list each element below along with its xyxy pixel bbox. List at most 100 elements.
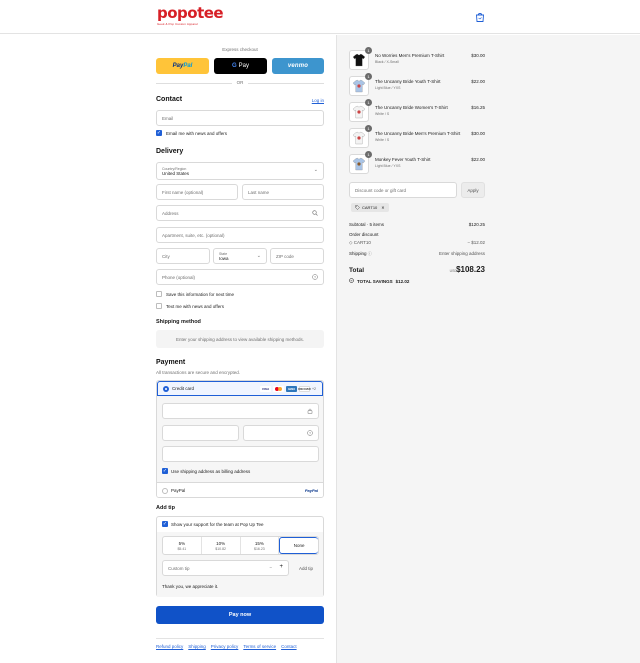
zip-placeholder: ZIP code — [276, 253, 294, 259]
discount-placeholder: Discount code or gift card — [355, 187, 407, 193]
tip-option-15[interactable]: 15% $16.23 — [241, 537, 280, 554]
savings-value: $12.02 — [395, 278, 410, 284]
expiration-date-field[interactable] — [162, 425, 239, 441]
card-number-field[interactable] — [162, 403, 319, 419]
venmo-button[interactable]: venmo — [272, 58, 324, 74]
shipping-method-message: Enter your shipping address to view avai… — [175, 336, 305, 342]
apartment-placeholder: Apartment, suite, etc. (optional) — [162, 232, 225, 238]
add-tip-button[interactable]: Add tip — [293, 560, 319, 576]
cart-item: 1 The Uncanny Bride Men's Premium T-Shir… — [349, 125, 485, 150]
shopping-bag-icon[interactable] — [474, 11, 486, 23]
increment-button[interactable]: + — [279, 564, 283, 570]
savings-label: TOTAL SAVINGS — [357, 278, 393, 284]
tip-option-10[interactable]: 10% $10.82 — [202, 537, 241, 554]
privacy-policy-link[interactable]: Privacy policy — [211, 644, 239, 649]
payment-options: Credit card VISA AMEX DISCOVER +2 ? ✓ Us… — [156, 380, 324, 498]
email-news-checkbox[interactable]: ✓ — [156, 130, 162, 136]
credit-card-label: Credit card — [172, 386, 195, 391]
decrement-button[interactable]: − — [269, 565, 272, 570]
store-logo[interactable]: popotee Geek & Pop Custom Apparel — [157, 4, 224, 27]
save-info-checkbox[interactable] — [156, 291, 162, 297]
divider-line — [248, 83, 324, 84]
paypal-label-pal: Pal — [183, 63, 193, 69]
billing-same-checkbox[interactable]: ✓ — [162, 468, 168, 474]
product-price: $22.00 — [471, 79, 485, 84]
product-variant: White / S — [375, 138, 390, 142]
custom-tip-placeholder: Custom tip — [168, 565, 190, 571]
paypal-express-button[interactable]: Pay Pal — [156, 58, 209, 74]
paypal-option[interactable]: PayPal PayPal — [157, 482, 323, 497]
paypal-radio[interactable] — [162, 488, 168, 494]
venmo-label: venmo — [287, 63, 309, 69]
contact-link[interactable]: Contact — [281, 644, 297, 649]
first-name-field[interactable]: First name (optional) — [156, 184, 238, 200]
discount-code: CART10 — [353, 240, 371, 245]
google-pay-label: Pay — [238, 63, 249, 69]
apartment-field[interactable]: Apartment, suite, etc. (optional) — [156, 227, 324, 243]
name-on-card-field[interactable] — [162, 446, 319, 462]
refund-policy-link[interactable]: Refund policy — [156, 644, 183, 649]
address-field[interactable]: Address — [156, 205, 324, 221]
express-checkout-title: Express checkout — [222, 47, 258, 52]
card-brands: VISA AMEX DISCOVER +2 — [260, 386, 316, 392]
tip-option-label: 10% — [216, 540, 226, 546]
zip-field[interactable]: ZIP code — [270, 248, 324, 264]
cart-item: 1 Monkey Fever Youth T-Shirt Light Blue … — [349, 151, 485, 176]
chevron-down-icon: ⌄ — [256, 253, 261, 259]
state-value: Iowa — [219, 255, 229, 261]
tip-option-5[interactable]: 5% $5.41 — [163, 537, 202, 554]
more-cards-badge: +2 — [312, 387, 316, 391]
shipping-value: Enter shipping address — [438, 251, 485, 256]
cart-item: 1 The Uncanny Bride Women's T-Shirt Whit… — [349, 99, 485, 124]
last-name-field[interactable]: Last name — [242, 184, 324, 200]
applied-code: CART10 — [362, 205, 378, 210]
discount-value: − $12.02 — [467, 240, 485, 245]
svg-text:?: ? — [314, 275, 316, 279]
phone-field[interactable]: Phone (optional) ? — [156, 269, 324, 285]
subtotal-label: Subtotal · 5 items — [349, 222, 385, 227]
save-info-label: Save this information for next time — [166, 292, 235, 297]
order-discount-row: Order discount — [349, 232, 485, 237]
custom-tip-field[interactable]: Custom tip − + — [162, 560, 289, 576]
city-field[interactable]: City — [156, 248, 210, 264]
discover-icon: DISCOVER — [298, 386, 311, 392]
terms-of-service-link[interactable]: Terms of service — [243, 644, 276, 649]
country-select[interactable]: Country/Region United States ⌄ — [156, 162, 324, 180]
shipping-method-notice: Enter your shipping address to view avai… — [156, 330, 324, 348]
cart-item: 1 The Uncanny Bride Youth T-Shirt Light … — [349, 73, 485, 98]
state-select[interactable]: State Iowa ⌄ — [213, 248, 267, 264]
tip-option-none[interactable]: None — [279, 537, 318, 554]
help-icon[interactable]: ? — [307, 430, 313, 438]
email-news-label: Email me with news and offers — [166, 131, 227, 136]
logo-text: popotee — [157, 4, 224, 22]
first-name-placeholder: First name (optional) — [162, 189, 204, 195]
login-link[interactable]: Log in — [312, 98, 324, 103]
apply-discount-button[interactable]: Apply — [461, 182, 485, 198]
credit-card-option[interactable]: Credit card VISA AMEX DISCOVER +2 — [157, 381, 323, 396]
pay-now-button[interactable]: Pay now — [156, 606, 324, 624]
tip-option-label: 5% — [178, 540, 186, 546]
credit-card-radio[interactable] — [163, 386, 169, 392]
shipping-link[interactable]: Shipping — [188, 644, 206, 649]
google-pay-button[interactable]: G Pay — [214, 58, 267, 74]
product-price: $30.00 — [471, 53, 485, 58]
product-price: $22.00 — [471, 157, 485, 162]
security-code-field[interactable]: ? — [243, 425, 319, 441]
help-icon[interactable]: ⓘ — [368, 251, 372, 256]
text-me-checkbox[interactable] — [156, 303, 162, 309]
total-value: $108.23 — [456, 265, 485, 274]
text-me-label: Text me with news and offers — [166, 304, 224, 309]
show-support-checkbox[interactable]: ✓ — [162, 521, 168, 527]
help-icon[interactable]: ? — [312, 274, 318, 282]
header: popotee Geek & Pop Custom Apparel — [0, 0, 640, 34]
product-variant: Light Blue / YXS — [375, 86, 401, 90]
tip-option-amount: $5.41 — [177, 546, 187, 551]
product-name: The Uncanny Bride Women's T-Shirt — [375, 105, 448, 110]
remove-discount-icon[interactable]: ✕ — [381, 205, 384, 210]
email-field[interactable]: Email — [156, 110, 324, 126]
discount-code-input[interactable]: Discount code or gift card — [349, 182, 457, 198]
tip-options: 5% $5.41 10% $10.82 15% $16.23 None — [162, 536, 319, 555]
applied-discount-chip: CART10 ✕ — [351, 203, 389, 212]
address-placeholder: Address — [162, 210, 179, 216]
or-divider: OR — [156, 80, 324, 86]
